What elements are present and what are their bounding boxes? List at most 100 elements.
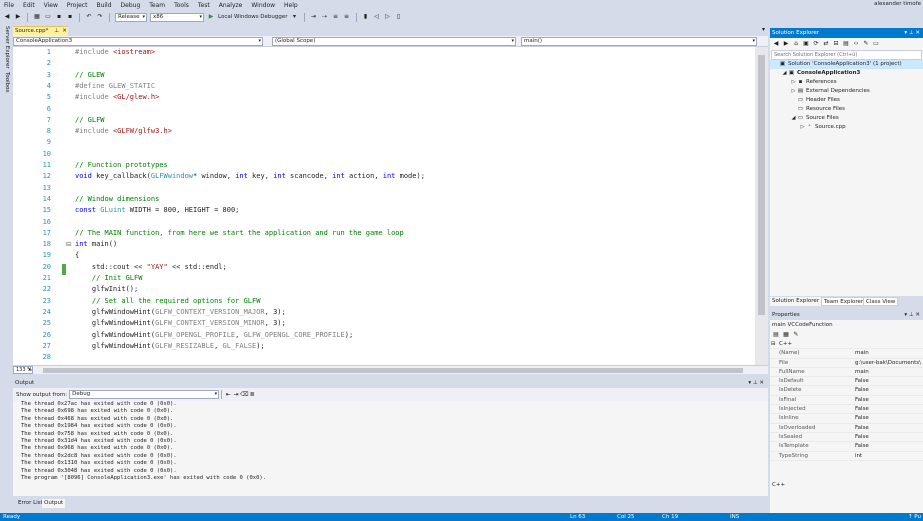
tab-overflow-icon[interactable]: ▾ <box>762 26 765 33</box>
property-row[interactable]: FullName main <box>770 368 923 378</box>
tree-item[interactable]: ▣ Solution 'ConsoleApplication3' (1 proje… <box>770 60 923 69</box>
property-value[interactable]: False <box>855 386 869 395</box>
code-line[interactable]: 19 { <box>13 250 755 261</box>
property-value[interactable]: False <box>855 414 869 423</box>
redo-icon[interactable]: ↷ <box>96 13 104 21</box>
code-line[interactable]: 4 #define GLEW_STATIC <box>13 81 755 92</box>
next-bookmark-icon[interactable]: ▷ <box>384 13 392 21</box>
panel-controls-icon[interactable]: ▾ ⊥ ✕ <box>904 28 920 38</box>
code-line[interactable]: 18 int main() <box>13 239 755 250</box>
tab-source-cpp[interactable]: Source.cpp* ⊥ ✕ <box>13 26 68 36</box>
tree-item[interactable]: ▷ ▤ External Dependencies <box>770 87 923 96</box>
code-line[interactable]: 5 #include <GL/glew.h> <box>13 92 755 103</box>
menu-help[interactable]: Help <box>284 2 298 9</box>
tree-item[interactable]: ◢ ▣ ConsoleApplication3 <box>770 69 923 78</box>
solution-search-input[interactable]: Search Solution Explorer (Ctrl+ü) <box>771 50 922 60</box>
clear-all-icon[interactable]: ⌫ <box>240 391 248 399</box>
property-value[interactable]: int <box>855 452 862 461</box>
show-all-files-icon[interactable]: ▤ <box>842 40 850 48</box>
tree-item[interactable]: ▭ Resource Files <box>770 105 923 114</box>
forward-icon[interactable]: ▶ <box>782 40 790 48</box>
user-name[interactable]: alexander timofe <box>874 1 921 7</box>
code-line[interactable]: 28 <box>13 352 755 363</box>
start-debugger-button[interactable]: Local Windows Debugger <box>218 14 288 20</box>
property-value[interactable]: g:\user-bak\Documents\ <box>855 359 921 368</box>
code-line[interactable]: 13 <box>13 183 755 194</box>
property-value[interactable]: False <box>855 424 869 433</box>
properties-object[interactable]: main VCCodeFunction <box>770 320 923 330</box>
step-over-icon[interactable]: ⇢ <box>321 13 329 21</box>
code-line[interactable]: 3 // GLEW <box>13 70 755 81</box>
menu-debug[interactable]: Debug <box>121 2 141 9</box>
alphabetical-icon[interactable]: ▦ <box>782 331 790 339</box>
menu-build[interactable]: Build <box>96 2 111 9</box>
code-line[interactable]: 8 #include <GLFW/glfw3.h> <box>13 126 755 137</box>
code-line[interactable]: 11 // Function prototypes <box>13 160 755 171</box>
new-project-icon[interactable]: ▦ <box>33 13 41 21</box>
menu-team[interactable]: Team <box>149 2 165 9</box>
code-line[interactable]: 7 // GLFW <box>13 115 755 126</box>
code-editor[interactable]: 1 #include <iostream> 2 3// GLEW 4 #define GL… <box>13 47 755 365</box>
property-row[interactable]: IsInline False <box>770 414 923 424</box>
platform-select[interactable]: x86 <box>150 12 204 22</box>
menu-file[interactable]: File <box>4 2 14 9</box>
code-line[interactable]: 14 // Window dimensions <box>13 194 755 205</box>
collapse-icon[interactable]: ⊟ <box>771 340 776 349</box>
property-value[interactable]: False <box>855 433 869 442</box>
code-line[interactable]: 23 // Set all the required options for G… <box>13 296 755 307</box>
tab-output[interactable]: Output <box>42 499 66 508</box>
step-icon[interactable]: ⇥ <box>310 13 318 21</box>
menu-test[interactable]: Test <box>198 2 210 9</box>
property-value[interactable]: False <box>855 377 869 386</box>
expander-icon[interactable]: ▷ <box>790 87 797 96</box>
menu-window[interactable]: Window <box>251 2 275 9</box>
code-line[interactable]: 16 <box>13 217 755 228</box>
tree-item[interactable]: ▷ ▪ References <box>770 78 923 87</box>
code-line[interactable]: 9 <box>13 137 755 148</box>
categorized-icon[interactable]: ▤ <box>772 331 780 339</box>
publish-button[interactable]: ↑ Pu <box>908 513 921 521</box>
tab-solution-explorer[interactable]: Solution Explorer <box>770 297 822 306</box>
expander-icon[interactable]: ▷ <box>790 78 797 87</box>
code-line[interactable]: 26 glfwWindowHint(GLFW_OPENGL_PROFILE, G… <box>13 330 755 341</box>
property-value[interactable]: False <box>855 405 869 414</box>
back-icon[interactable]: ◀ <box>772 40 780 48</box>
property-pages-icon[interactable]: ✎ <box>792 331 800 339</box>
expander-icon[interactable]: ◢ <box>790 114 797 123</box>
property-value[interactable]: False <box>855 396 869 405</box>
property-row[interactable]: IsSealed False <box>770 433 923 443</box>
property-row[interactable]: IsDefault False <box>770 377 923 387</box>
property-category[interactable]: ⊟ C++ <box>770 340 923 350</box>
configuration-select[interactable]: Release <box>115 12 147 22</box>
properties-icon[interactable]: ✎ <box>862 40 870 48</box>
tree-item[interactable]: ◢ ▭ Source Files <box>770 114 923 123</box>
panel-controls-icon[interactable]: ▾ ⊥ ✕ <box>748 380 764 386</box>
clear-bookmarks-icon[interactable]: ▯ <box>395 13 403 21</box>
menu-edit[interactable]: Edit <box>23 2 35 9</box>
switch-views-icon[interactable]: ▣ <box>802 40 810 48</box>
code-line[interactable]: 22 glfwInit(); <box>13 284 755 295</box>
menu-tools[interactable]: Tools <box>174 2 189 9</box>
tab-error-list[interactable]: Error List <box>16 499 45 508</box>
toolbox-tab[interactable]: Toolbox <box>1 72 12 93</box>
member-select[interactable]: main() <box>521 37 757 46</box>
forward-icon[interactable]: ▶ <box>14 13 22 21</box>
panel-controls-icon[interactable]: ▾ ⊥ ✕ <box>904 310 920 320</box>
close-icon[interactable]: ✕ <box>62 27 67 36</box>
find-message-icon[interactable]: ⇤ <box>224 391 232 399</box>
tree-item[interactable]: ▷ ⁺ Source.cpp <box>770 123 923 132</box>
horizontal-scrollbar[interactable] <box>43 368 743 373</box>
code-line[interactable]: 27 glfwWindowHint(GLFW_RESIZABLE, GL_FAL… <box>13 341 755 352</box>
collapse-icon[interactable]: ⊟ <box>66 241 71 248</box>
scroll-thumb[interactable] <box>758 55 765 315</box>
scope-select[interactable]: (Global Scope) <box>272 37 516 46</box>
sync-icon[interactable]: ⇄ <box>822 40 830 48</box>
pin-icon[interactable]: ⊥ <box>54 27 59 36</box>
uncomment-icon[interactable]: ≡ <box>343 13 351 21</box>
property-value[interactable]: main <box>855 368 869 377</box>
comment-icon[interactable]: ≡ <box>332 13 340 21</box>
save-all-icon[interactable]: ▪ <box>66 13 74 21</box>
property-value[interactable]: main <box>855 349 869 358</box>
output-text[interactable]: The thread 0x27ac has exited with code 0… <box>13 401 768 496</box>
bookmark-icon[interactable]: ▮ <box>362 13 370 21</box>
